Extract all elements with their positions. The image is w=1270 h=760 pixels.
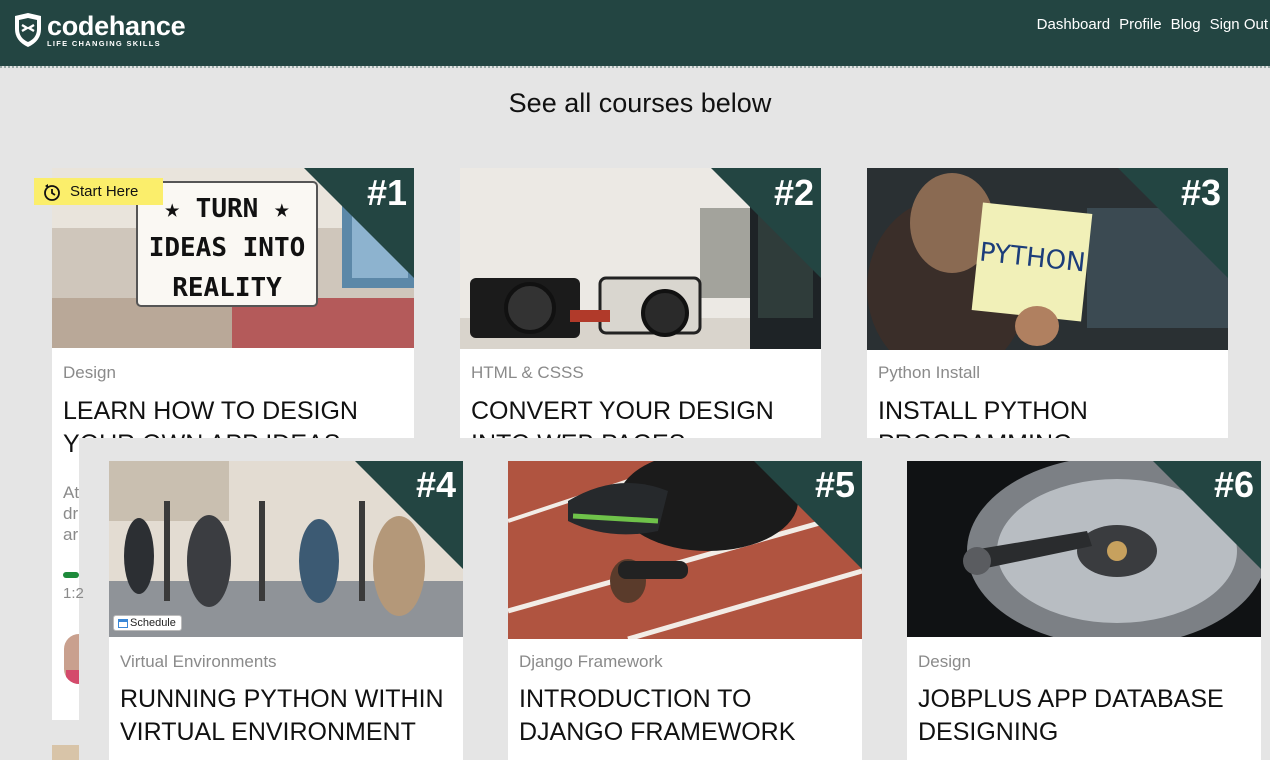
start-here-badge[interactable]: Start Here bbox=[34, 178, 163, 205]
course-number: #5 bbox=[814, 464, 855, 505]
course-category: Django Framework bbox=[519, 652, 663, 671]
schedule-label: Schedule bbox=[130, 617, 176, 629]
course-card-6[interactable]: #6 Design JOBPLUS APP DATABASE DESIGNING bbox=[907, 461, 1261, 760]
clock-arrow-icon bbox=[44, 183, 60, 201]
header-divider bbox=[0, 66, 1270, 68]
nav-blog[interactable]: Blog bbox=[1171, 15, 1201, 35]
course-category: Design bbox=[918, 652, 971, 671]
card-edge-fragment bbox=[52, 745, 79, 760]
course-thumbnail: #5 bbox=[508, 461, 862, 639]
course-progress-bar bbox=[63, 572, 79, 578]
lightbox-line-2: IDEAS INTO bbox=[149, 233, 306, 263]
page-heading: See all courses below bbox=[508, 88, 772, 118]
course-title[interactable]: JOBPLUS APP DATABASE DESIGNING bbox=[918, 683, 1247, 749]
course-card-3[interactable]: PYTHON #3 Python Install INSTALL PYTHON … bbox=[867, 168, 1228, 438]
course-category: HTML & CSSS bbox=[471, 363, 584, 382]
schedule-button[interactable]: Schedule bbox=[113, 615, 182, 631]
course-number: #1 bbox=[366, 172, 407, 213]
course-title[interactable]: RUNNING PYTHON WITHIN VIRTUAL ENVIRONMEN… bbox=[120, 683, 449, 749]
course-thumbnail: #4 Schedule bbox=[109, 461, 463, 637]
brand-tagline: LIFE CHANGING SKILLS bbox=[47, 38, 161, 48]
top-navbar: codehance LIFE CHANGING SKILLS Dashboard… bbox=[0, 0, 1270, 66]
lightbox-line-1: ★ TURN ★ bbox=[164, 194, 289, 224]
course-category: Virtual Environments bbox=[120, 652, 277, 671]
course-title[interactable]: INSTALL PYTHON PROGRAMMING LANGUAGE bbox=[878, 395, 1214, 438]
brand-name: codehance bbox=[47, 10, 186, 41]
calendar-icon bbox=[118, 619, 128, 628]
course-description-fragment: At dr ar bbox=[63, 483, 80, 544]
brand-logo[interactable]: codehance LIFE CHANGING SKILLS bbox=[13, 10, 186, 48]
course-card-4[interactable]: #4 Schedule Virtual Environments RUNNING… bbox=[109, 461, 463, 760]
course-thumbnail: #6 bbox=[907, 461, 1261, 637]
main-nav: Dashboard Profile Blog Sign Out bbox=[1037, 15, 1268, 35]
course-thumbnail: #2 bbox=[460, 168, 821, 349]
course-title[interactable]: CONVERT YOUR DESIGN INTO WEB PAGES bbox=[471, 395, 807, 438]
instructor-avatar bbox=[64, 634, 79, 684]
course-title[interactable]: INTRODUCTION TO DJANGO FRAMEWORK bbox=[519, 683, 848, 749]
nav-sign-out[interactable]: Sign Out bbox=[1210, 15, 1268, 35]
course-thumbnail: PYTHON #3 bbox=[867, 168, 1228, 350]
course-category: Python Install bbox=[878, 363, 981, 382]
course-number: #4 bbox=[415, 464, 456, 505]
course-number: #3 bbox=[1180, 172, 1221, 213]
course-number: #6 bbox=[1213, 464, 1254, 505]
course-card-5[interactable]: #5 Django Framework INTRODUCTION TO DJAN… bbox=[508, 461, 862, 760]
course-time-fragment: 1:2 bbox=[63, 585, 84, 602]
shield-logo-icon bbox=[15, 13, 41, 47]
nav-profile[interactable]: Profile bbox=[1119, 15, 1162, 35]
course-number: #2 bbox=[773, 172, 814, 213]
course-card-2[interactable]: #2 HTML & CSSS CONVERT YOUR DESIGN INTO … bbox=[460, 168, 821, 438]
start-here-label: Start Here bbox=[70, 183, 139, 200]
lightbox-line-3: REALITY bbox=[172, 273, 282, 303]
course-category: Design bbox=[63, 363, 116, 382]
nav-dashboard[interactable]: Dashboard bbox=[1037, 15, 1110, 35]
